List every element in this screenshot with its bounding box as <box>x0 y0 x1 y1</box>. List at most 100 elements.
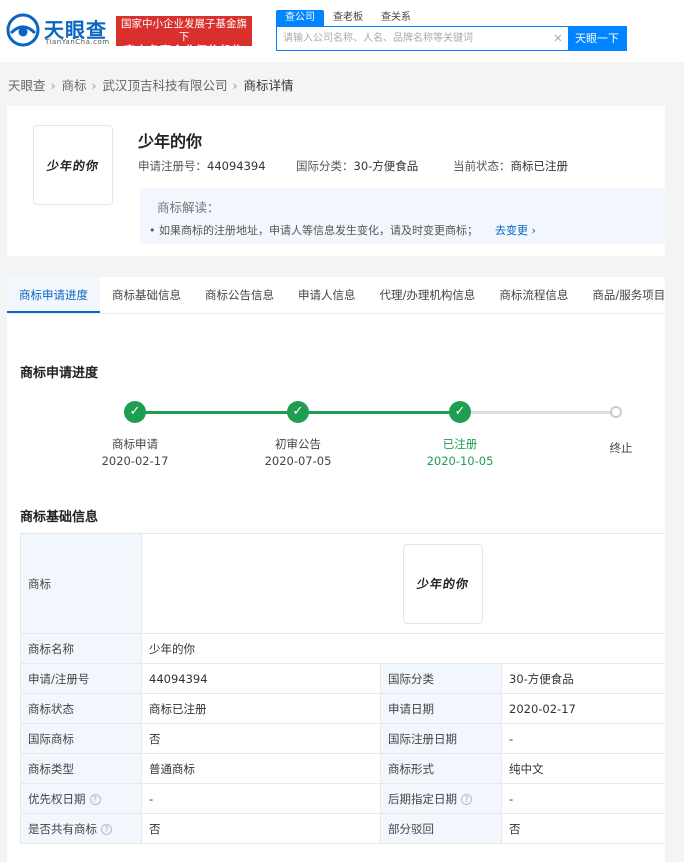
step-label: 终止 <box>609 441 633 455</box>
tab-basic-info[interactable]: 商标基础信息 <box>100 277 193 313</box>
cell-value: - <box>500 783 667 814</box>
step-label-current: 已注册 <box>442 437 478 451</box>
cell-value: 否 <box>500 813 667 844</box>
interp-text: • 如果商标的注册地址，申请人等信息发生变化，请及时变更商标； <box>149 224 478 237</box>
tab-announcement[interactable]: 商标公告信息 <box>193 277 286 313</box>
table-row: 国际商标 否 国际注册日期 - <box>20 723 667 754</box>
cell-key-with-help: 优先权日期? <box>20 783 142 814</box>
breadcrumb: 天眼查 › 商标 › 武汉顶吉科技有限公司 › 商标详情 <box>8 75 296 94</box>
breadcrumb-company[interactable]: 武汉顶吉科技有限公司 <box>103 78 228 93</box>
trademark-image-text: 少年的你 <box>45 158 100 173</box>
cell-key: 国际注册日期 <box>380 723 502 754</box>
interp-title: 商标解读： <box>157 200 220 215</box>
step-end-icon <box>610 406 622 418</box>
cell-key-with-help: 是否共有商标? <box>20 813 142 844</box>
cell-key: 商标 <box>20 533 142 634</box>
step-label: 商标申请 <box>112 437 158 451</box>
tianyancha-logo-icon <box>6 13 40 47</box>
table-row: 申请/注册号 44094394 国际分类 30-方便食品 <box>20 663 667 694</box>
cell-value: - <box>141 783 381 814</box>
top-header: 天眼查 TianYanCha.com 国家中小企业发展子基金旗下 官方备案企业征… <box>0 0 684 62</box>
trademark-large-image[interactable]: 少年的你 <box>403 543 483 624</box>
logo-domain: TianYanCha.com <box>45 38 110 46</box>
cell-image: 少年的你 <box>140 533 667 634</box>
status-value: 商标已注册 <box>510 159 569 173</box>
cell-value: 否 <box>141 813 381 844</box>
step-date: 2020-02-17 <box>101 454 169 468</box>
basic-section-title: 商标基础信息 <box>20 510 99 525</box>
class-value: 30-方便食品 <box>353 159 419 173</box>
cell-key: 申请日期 <box>380 693 502 724</box>
tab-process[interactable]: 商标流程信息 <box>487 277 580 313</box>
progress-line-pending <box>460 411 616 414</box>
question-icon[interactable]: ? <box>101 823 112 835</box>
step-date: 2020-07-05 <box>264 454 332 468</box>
check-icon: ✓ <box>449 401 471 423</box>
change-link[interactable]: 去变更 › <box>495 222 536 238</box>
cell-key: 国际分类 <box>380 663 502 694</box>
progress-timeline: ✓ ✓ ✓ 商标申请 2020-02-17 初审公告 2020-07-05 已注… <box>7 398 665 478</box>
trademark-image[interactable]: 少年的你 <box>33 125 113 205</box>
check-icon: ✓ <box>287 401 309 423</box>
cell-value: 普通商标 <box>141 753 381 784</box>
cell-key: 国际商标 <box>20 723 142 754</box>
cell-key: 商标名称 <box>20 633 142 664</box>
tab-agency[interactable]: 代理/办理机构信息 <box>368 277 488 313</box>
search-tab-relation[interactable]: 查关系 <box>372 10 420 26</box>
cell-value: 2020-02-17 <box>500 693 667 724</box>
cell-value: 商标已注册 <box>141 693 381 724</box>
breadcrumb-trademark[interactable]: 商标 <box>62 78 87 93</box>
cell-key: 商标形式 <box>380 753 502 784</box>
search-tab-company[interactable]: 查公司 <box>276 10 324 26</box>
cell-key-with-help: 后期指定日期? <box>380 783 502 814</box>
logo[interactable]: 天眼查 TianYanCha.com <box>6 13 110 47</box>
slogan-line-2: 官方备案企业征信机构 <box>124 44 244 57</box>
search-box: ✕ 天眼一下 <box>276 26 627 51</box>
question-icon[interactable]: ? <box>89 793 101 805</box>
status-meta: 当前状态：商标已注册 <box>453 158 568 174</box>
cell-value: 少年的你 <box>140 633 667 664</box>
trademark-large-image-text: 少年的你 <box>415 577 470 591</box>
chevron-right-icon: › <box>232 78 238 93</box>
tab-goods-services[interactable]: 商品/服务项目 <box>580 277 677 313</box>
tab-applicant[interactable]: 申请人信息 <box>286 277 368 313</box>
search-tab-boss[interactable]: 查老板 <box>324 10 372 26</box>
chevron-right-icon: › <box>50 78 56 93</box>
slogan-line-1: 国家中小企业发展子基金旗下 <box>121 18 247 43</box>
table-row: 商标名称 少年的你 <box>20 633 667 664</box>
search-button[interactable]: 天眼一下 <box>568 27 626 50</box>
search-tabs: 查公司 查老板 查关系 <box>276 10 420 26</box>
close-icon[interactable]: ✕ <box>548 27 568 50</box>
search-input[interactable] <box>277 27 548 50</box>
tab-application-progress[interactable]: 商标申请进度 <box>7 277 100 313</box>
cell-value: 纯中文 <box>500 753 667 784</box>
status-label: 当前状态： <box>453 159 511 173</box>
main-content: 商标申请进度 ✓ ✓ ✓ 商标申请 2020-02-17 初审公告 2020-0… <box>7 314 667 862</box>
class-meta: 国际分类：30-方便食品 <box>296 158 418 174</box>
detail-tabs: 商标申请进度 商标基础信息 商标公告信息 申请人信息 代理/办理机构信息 商标流… <box>7 277 665 314</box>
cell-key: 优先权日期 <box>28 791 86 806</box>
trademark-title: 少年的你 <box>138 132 203 151</box>
progress-section-title: 商标申请进度 <box>20 366 99 381</box>
question-icon[interactable]: ? <box>461 793 472 805</box>
trademark-interpretation: 商标解读： • 如果商标的注册地址，申请人等信息发生变化，请及时变更商标； 去变… <box>140 188 665 244</box>
trademark-summary-card: 少年的你 少年的你 申请注册号：44094394 国际分类：30-方便食品 当前… <box>7 106 665 256</box>
reg-no-label: 申请注册号： <box>138 159 207 173</box>
step-date-current: 2020-10-05 <box>426 454 494 468</box>
reg-no-meta: 申请注册号：44094394 <box>138 158 266 174</box>
cell-key: 后期指定日期 <box>388 791 457 806</box>
cell-value: 否 <box>141 723 381 754</box>
page-scrollbar[interactable] <box>665 62 684 862</box>
step-label: 初审公告 <box>275 437 321 451</box>
slogan-badge: 国家中小企业发展子基金旗下 官方备案企业征信机构 <box>116 16 252 57</box>
breadcrumb-current: 商标详情 <box>243 78 294 93</box>
cell-key: 是否共有商标 <box>28 821 97 836</box>
check-icon: ✓ <box>124 401 146 423</box>
cell-key: 商标类型 <box>20 753 142 784</box>
cell-key: 申请/注册号 <box>20 663 142 694</box>
cell-key: 商标状态 <box>20 693 142 724</box>
breadcrumb-home[interactable]: 天眼查 <box>8 78 46 93</box>
table-row: 商标状态 商标已注册 申请日期 2020-02-17 <box>20 693 667 724</box>
cell-value: 30-方便食品 <box>500 663 667 694</box>
table-row: 商标 少年的你 <box>20 533 667 634</box>
